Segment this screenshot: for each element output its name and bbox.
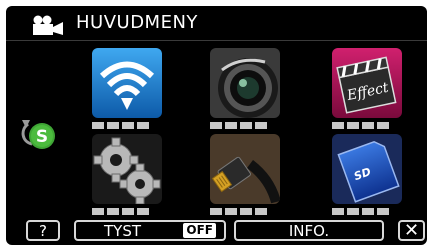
silent-mode-toggle[interactable]: TYST OFF [74,220,226,241]
main-menu-screen: HUVUDMENY S Effect SD ? TYST OFF INFO. ✕ [6,6,427,245]
effect-page-dots [332,122,389,129]
info-button[interactable]: INFO. [234,220,384,241]
return-s-icon[interactable]: S [16,114,58,152]
silent-mode-label: TYST [104,221,142,240]
header-bar: HUVUDMENY [6,6,427,41]
effect-clapboard-icon: Effect [332,48,402,118]
wifi-icon [92,48,162,118]
lens-page-dots [210,122,267,129]
settings-tile[interactable] [92,134,162,204]
settings-page-dots [92,208,149,215]
connection-page-dots [210,208,267,215]
page-title: HUVUDMENY [76,12,198,33]
close-button[interactable]: ✕ [398,220,425,241]
media-page-dots [332,208,389,215]
video-camera-icon [33,15,63,35]
media-tile[interactable]: SD [332,134,402,204]
silent-mode-state-badge: OFF [183,223,216,238]
return-s-letter: S [36,127,48,147]
effect-tile[interactable]: Effect [332,48,402,118]
info-button-label: INFO. [288,221,330,240]
help-button-label: ? [39,221,47,240]
wifi-page-dots [92,122,149,129]
hdmi-cable-icon [210,134,280,204]
wifi-tile[interactable] [92,48,162,118]
connection-tile[interactable] [210,134,280,204]
gears-icon [92,134,162,204]
help-button[interactable]: ? [26,220,60,241]
camera-lens-icon [210,48,280,118]
lens-tile[interactable] [210,48,280,118]
close-icon: ✕ [403,220,420,241]
sd-card-icon: SD [332,134,402,204]
